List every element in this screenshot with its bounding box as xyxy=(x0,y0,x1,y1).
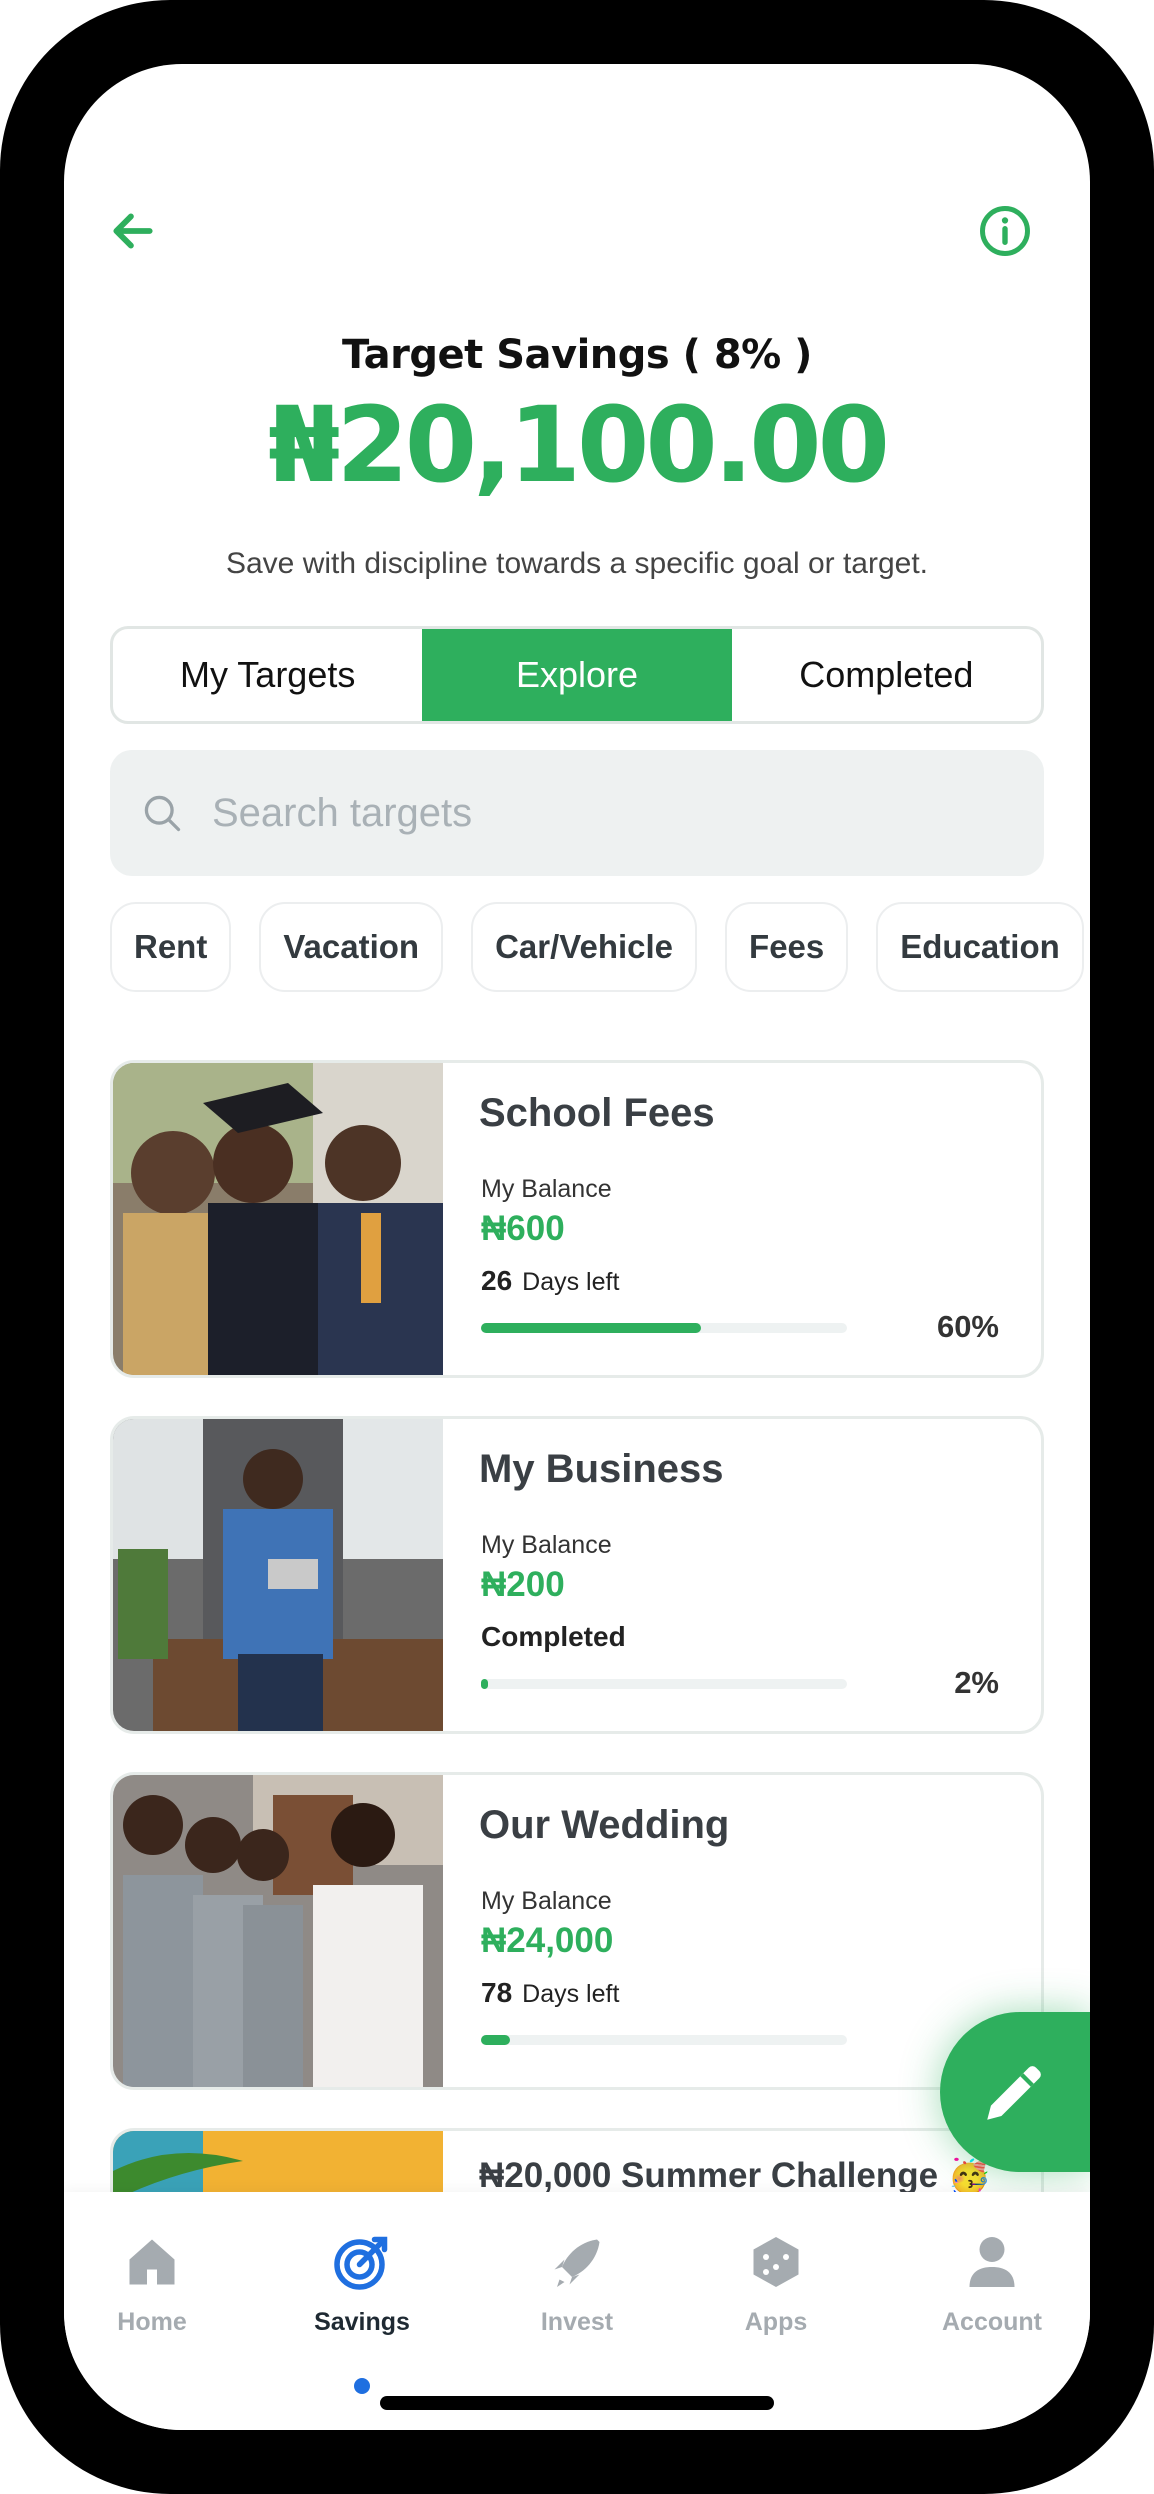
search-bar xyxy=(110,750,1044,876)
progress-track xyxy=(481,1323,847,1333)
graduation-photo xyxy=(113,1063,443,1375)
app-screen: Target Savings ( 8% ) ₦20,100.00 Save wi… xyxy=(64,64,1090,2430)
progress-percent: 2% xyxy=(954,1665,999,1700)
nav-savings[interactable]: Savings xyxy=(282,2232,442,2337)
card-title: School Fees xyxy=(479,1091,715,1135)
nav-label: Apps xyxy=(744,2308,808,2336)
info-button[interactable] xyxy=(972,198,1038,264)
nav-label: Home xyxy=(117,2308,187,2336)
balance-value: ₦600 xyxy=(481,1209,565,1248)
card-title: Our Wedding xyxy=(479,1803,730,1847)
info-icon xyxy=(980,206,1030,256)
chip-fees[interactable]: Fees xyxy=(725,902,849,992)
card-title: ₦20,000 Summer Challenge 🥳 xyxy=(479,2156,992,2195)
target-card-my-business[interactable]: My Business My Balance ₦200 Completed 2% xyxy=(110,1416,1044,1734)
user-icon xyxy=(969,2237,1015,2287)
target-icon xyxy=(334,2236,388,2290)
pencil-icon xyxy=(987,2066,1041,2120)
chip-education[interactable]: Education xyxy=(876,902,1084,992)
status-text: Completed xyxy=(481,1621,626,1652)
nav-account[interactable]: Account xyxy=(912,2232,1072,2337)
savings-total: ₦20,100.00 xyxy=(268,384,890,506)
back-button[interactable] xyxy=(100,198,166,264)
nav-apps[interactable]: Apps xyxy=(696,2232,856,2337)
wedding-photo xyxy=(113,1775,443,2087)
balance-value: ₦200 xyxy=(481,1565,565,1604)
balance-label: My Balance xyxy=(481,1175,612,1203)
balance-value: ₦24,000 xyxy=(481,1921,614,1960)
category-chips: Rent Vacation Car/Vehicle Fees Education xyxy=(110,902,1084,992)
target-card-our-wedding[interactable]: Our Wedding My Balance ₦24,000 78 Days le… xyxy=(110,1772,1044,2090)
target-card-school-fees[interactable]: School Fees My Balance ₦600 26 Days left … xyxy=(110,1060,1044,1378)
page-subtitle: Save with discipline towards a specific … xyxy=(225,547,928,580)
chip-rent[interactable]: Rent xyxy=(110,902,232,992)
days-left: 26 Days left xyxy=(481,1265,619,1297)
search-icon xyxy=(144,795,181,832)
rocket-icon xyxy=(554,2239,600,2287)
balance-label: My Balance xyxy=(481,1887,612,1915)
arrow-left-icon xyxy=(113,213,153,249)
progress-fill xyxy=(481,1323,701,1333)
page-title: Target Savings ( 8% ) xyxy=(342,332,812,378)
card-title: My Business xyxy=(479,1447,724,1491)
days-label: Days left xyxy=(522,1980,620,2008)
progress-track xyxy=(481,1679,847,1689)
nav-home[interactable]: Home xyxy=(72,2232,232,2337)
progress-track xyxy=(481,2035,847,2045)
progress-percent: 60% xyxy=(936,1309,999,1344)
chip-vacation[interactable]: Vacation xyxy=(259,902,444,992)
days-label: Days left xyxy=(522,1268,620,1296)
days-count: 26 xyxy=(481,1265,513,1296)
bottom-navigation: Home Savings Invest Apps Account xyxy=(64,2192,1090,2430)
progress-fill xyxy=(481,1679,489,1689)
cube-icon xyxy=(753,2237,799,2287)
days-left: 78 Days left xyxy=(481,1977,619,2009)
search-input[interactable] xyxy=(212,790,992,836)
active-tab-indicator xyxy=(354,2378,370,2394)
chip-car-vehicle[interactable]: Car/Vehicle xyxy=(471,902,698,992)
business-photo xyxy=(113,1419,443,1731)
edit-fab-button[interactable] xyxy=(940,2012,1090,2172)
home-indicator xyxy=(380,2396,774,2410)
days-count: 78 xyxy=(481,1977,513,2008)
nav-label: Savings xyxy=(314,2308,410,2336)
tab-completed[interactable]: Completed xyxy=(732,629,1041,721)
segmented-tabs: My Targets Explore Completed xyxy=(110,626,1044,724)
nav-label: Invest xyxy=(540,2308,614,2336)
balance-label: My Balance xyxy=(481,1531,612,1559)
progress-fill xyxy=(481,2035,511,2045)
nav-invest[interactable]: Invest xyxy=(497,2232,657,2337)
nav-label: Account xyxy=(942,2308,1042,2336)
tab-my-targets[interactable]: My Targets xyxy=(113,629,422,721)
home-icon xyxy=(129,2239,175,2285)
tab-explore[interactable]: Explore xyxy=(422,629,732,721)
